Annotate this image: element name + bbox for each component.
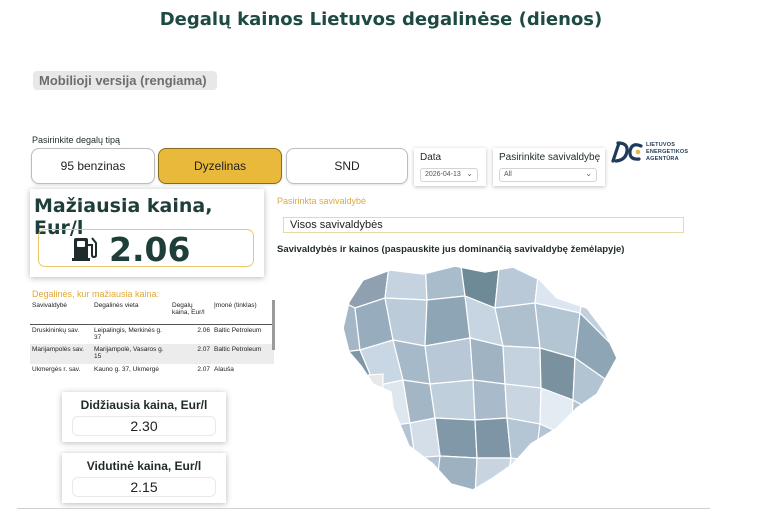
avg-price-card: Vidutinė kaina, Eur/l 2.15 <box>62 453 226 503</box>
column-header[interactable]: Degalų kaina, Eur/l <box>170 300 212 325</box>
chevron-down-icon: ⌄ <box>585 169 592 178</box>
selected-municipality-value: Visos savivaldybės <box>283 217 684 233</box>
avg-price-value: 2.15 <box>72 477 216 497</box>
date-select-value: 2026-04-13 <box>425 171 461 178</box>
cheapest-stations-table: Savivaldybė Degalinės vieta Degalų kaina… <box>30 300 274 384</box>
table-row[interactable]: Marijampolės sav. Marijampolė, Vasaros g… <box>30 344 274 364</box>
max-price-title: Didžiausia kaina, Eur/l <box>80 398 208 412</box>
date-filter: Data 2026-04-13 ⌄ <box>414 148 486 186</box>
fuel-button-95-benzinas[interactable]: 95 benzinas <box>31 148 155 184</box>
column-header[interactable]: Savivaldybė <box>30 300 92 325</box>
table-cell: 2.06 <box>197 326 210 334</box>
table-cell: 2.07 <box>197 366 210 373</box>
map-label: Savivaldybės ir kainos (paspauskite jus … <box>277 244 625 255</box>
avg-price-title: Vidutinė kaina, Eur/l <box>86 459 202 473</box>
lea-logo-mark-icon <box>611 141 643 163</box>
bottom-divider <box>17 508 710 509</box>
table-cell: Druskininkų sav. <box>32 326 80 334</box>
table-cell: Alauša <box>214 366 234 373</box>
table-cell: Baltic Petroleum <box>214 326 262 334</box>
table-cell: Marijampolė, Vasaros g. 15 <box>92 344 170 364</box>
table-cell: Kauno g. 37, Ukmergė <box>94 366 160 373</box>
date-select[interactable]: 2026-04-13 ⌄ <box>420 168 478 182</box>
municipality-filter-label: Pasirinkite savivaldybę <box>499 152 601 163</box>
max-price-card: Didžiausia kaina, Eur/l 2.30 <box>62 392 226 442</box>
fuel-button-snd[interactable]: SND <box>286 148 408 184</box>
lithuania-municipality-map[interactable] <box>335 258 625 498</box>
chevron-down-icon: ⌄ <box>466 169 473 178</box>
lea-logo: LIETUVOS ENERGETIKOS AGENTŪRA <box>610 140 700 168</box>
table-cell: Baltic Petroleum <box>212 344 274 364</box>
cheapest-stations-label: Degalinės, kur mažiausia kaina: <box>32 289 160 299</box>
min-price-card: Mažiausia kaina, Eur/l 2.06 <box>30 189 264 277</box>
fuel-pump-icon <box>72 237 97 261</box>
min-price-value: 2.06 <box>109 230 191 269</box>
table-cell: Leipalingis, Merkinės g. 37 <box>94 326 162 341</box>
date-filter-label: Data <box>420 152 442 163</box>
fuel-type-label: Pasirinkite degalų tipą <box>32 135 121 145</box>
table-row[interactable]: Druskininkų sav. Leipalingis, Merkinės g… <box>30 324 274 344</box>
fuel-button-dyzelinas[interactable]: Dyzelinas <box>158 148 282 184</box>
table-row[interactable]: Ukmergės r. sav. Kauno g. 37, Ukmergė 2.… <box>30 364 274 384</box>
table-header-row: Savivaldybė Degalinės vieta Degalų kaina… <box>30 300 274 325</box>
table-cell: Marijampolės sav. <box>30 344 92 364</box>
min-price-value-box: 2.06 <box>38 229 254 269</box>
municipality-select-value: All <box>504 171 512 178</box>
table-cell: 2.07 <box>170 344 212 364</box>
lea-logo-text: LIETUVOS ENERGETIKOS AGENTŪRA <box>646 142 689 162</box>
table-cell: Ukmergės r. sav. <box>32 366 81 373</box>
municipality-filter: Pasirinkite savivaldybę All ⌄ <box>493 148 605 186</box>
column-header[interactable]: Degalinės vieta <box>92 300 170 325</box>
max-price-value: 2.30 <box>72 416 216 436</box>
municipality-select[interactable]: All ⌄ <box>499 168 597 182</box>
mobile-version-badge[interactable]: Mobilioji versija (rengiama) <box>33 71 217 90</box>
column-header[interactable]: Įmonė (tinklas) <box>212 300 274 325</box>
page-title: Degalų kainos Lietuvos degalinėse (dieno… <box>159 9 603 30</box>
selected-municipality-label: Pasirinkta savivaldybė <box>277 196 367 206</box>
table-scrollbar[interactable] <box>272 300 275 350</box>
